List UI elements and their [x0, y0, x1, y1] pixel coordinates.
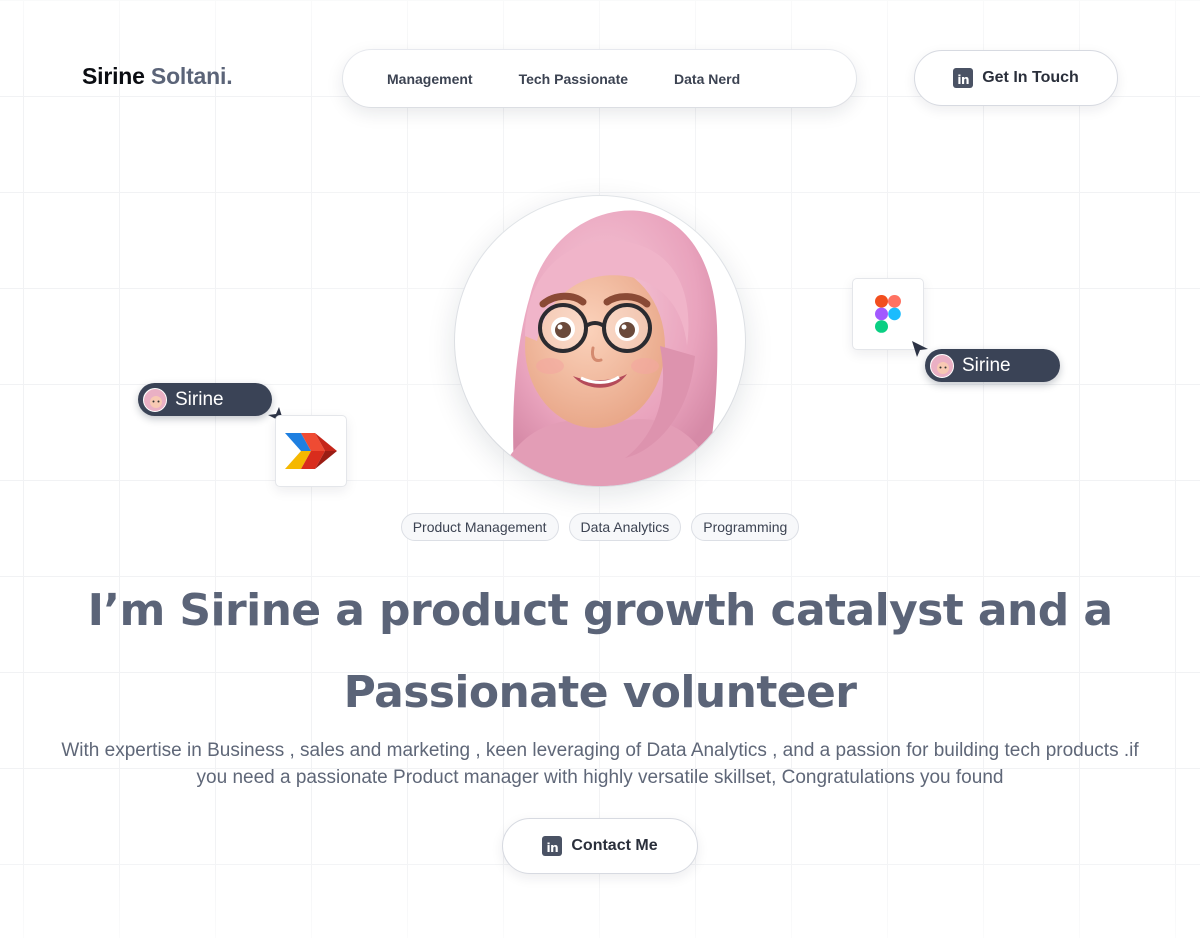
tag-data-analytics: Data Analytics	[568, 513, 682, 541]
collaborator-name: Sirine	[175, 388, 224, 410]
collaborator-pill-right: Sirine	[925, 349, 1060, 382]
get-in-touch-button[interactable]: in Get In Touch	[914, 50, 1118, 106]
mini-avatar-icon	[143, 387, 167, 412]
collaborator-name: Sirine	[962, 354, 1011, 376]
arrow-logo-card	[275, 415, 347, 487]
get-in-touch-label: Get In Touch	[982, 69, 1079, 86]
main-nav: Management Tech Passionate Data Nerd	[343, 50, 856, 107]
collaborator-pill-left: Sirine	[138, 383, 272, 416]
arrow-logo-icon	[285, 433, 337, 469]
profile-avatar	[455, 196, 745, 486]
nav-item-management[interactable]: Management	[387, 71, 473, 87]
contact-me-label: Contact Me	[571, 837, 658, 854]
linkedin-icon: in	[953, 68, 974, 88]
hero-headline: I’m Sirine a product growth catalyst and…	[40, 570, 1160, 734]
tag-programming: Programming	[691, 513, 800, 541]
headline-line-2: Passionate volunteer	[343, 667, 857, 718]
nav-item-data-nerd[interactable]: Data Nerd	[674, 71, 740, 87]
nav-item-tech-passionate[interactable]: Tech Passionate	[519, 71, 628, 87]
contact-me-button[interactable]: in Contact Me	[502, 818, 698, 874]
logo-last-name: Soltani.	[150, 63, 233, 89]
logo-first-name: Sirine	[82, 63, 145, 89]
skill-tags: Product Management Data Analytics Progra…	[0, 513, 1200, 541]
site-logo[interactable]: Sirine Soltani.	[82, 63, 233, 90]
linkedin-icon: in	[542, 836, 563, 856]
tag-product-management: Product Management	[400, 513, 559, 541]
hero-description: With expertise in Business , sales and m…	[61, 740, 1139, 788]
headline-line-1: I’m Sirine a product growth catalyst and…	[87, 585, 1113, 636]
avatar-illustration	[495, 210, 720, 486]
figma-icon	[875, 295, 901, 333]
mini-avatar-icon	[930, 353, 954, 378]
